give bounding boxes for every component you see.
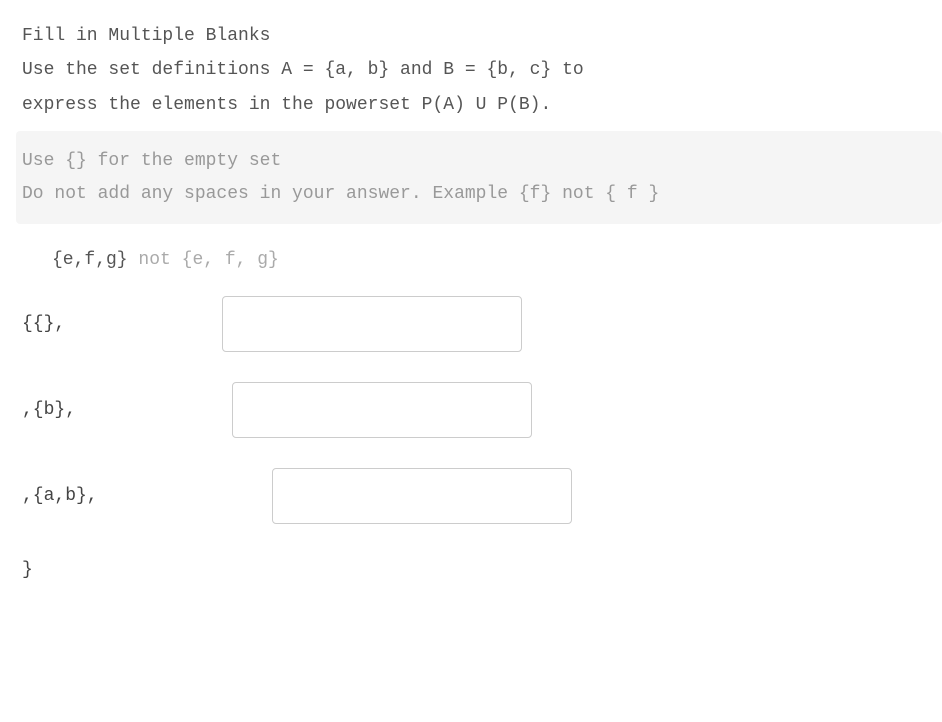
blank-row-1: {{}, [22,296,942,352]
example-line: {e,f,g} not {e, f, g} [52,244,942,276]
blank-prefix-2: ,{b}, [22,394,232,426]
question-prompt-line2: express the elements in the powerset P(A… [22,89,942,121]
example-bad: {e, f, g} [182,250,279,270]
blank-input-2[interactable] [232,382,532,438]
hint-line-2: Do not add any spaces in your answer. Ex… [22,178,936,210]
question-prompt-line1: Use the set definitions A = {a, b} and B… [22,54,942,86]
question-type-title: Fill in Multiple Blanks [22,20,942,52]
blank-prefix-1: {{}, [22,308,222,340]
hint-line-1: Use {} for the empty set [22,145,936,177]
blank-prefix-3: ,{a,b}, [22,480,272,512]
blank-row-2: ,{b}, [22,382,942,438]
example-good: {e,f,g} [52,250,128,270]
blank-input-3[interactable] [272,468,572,524]
closing-brace: } [22,554,942,586]
blank-row-3: ,{a,b}, [22,468,942,524]
blank-input-1[interactable] [222,296,522,352]
hint-box: Use {} for the empty set Do not add any … [16,131,942,224]
example-separator: not [128,250,182,270]
